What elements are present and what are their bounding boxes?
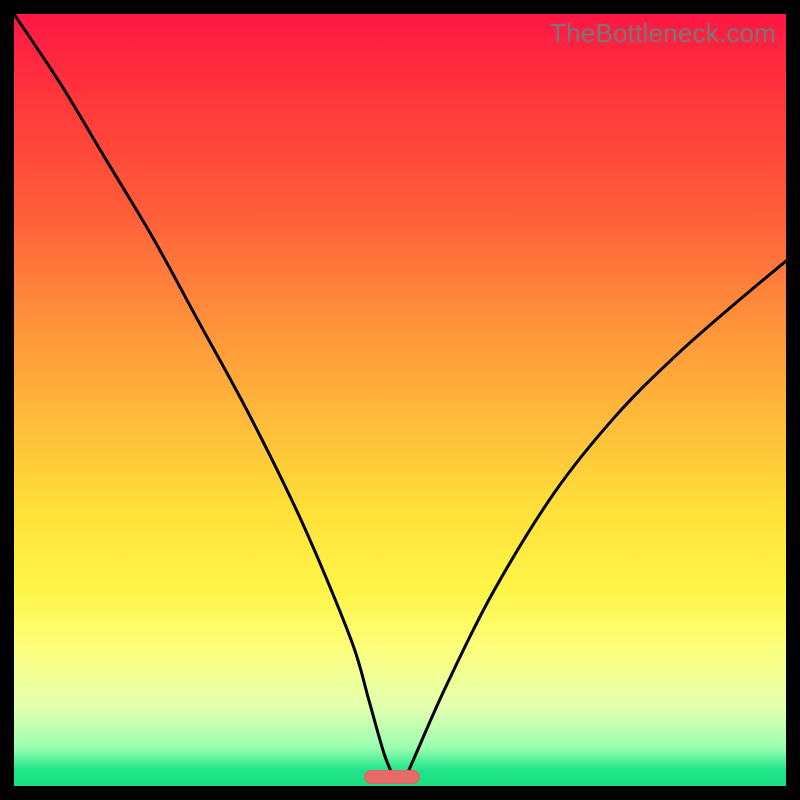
curve-right-branch [404,261,786,782]
plot-area: TheBottleneck.com [14,14,786,786]
bottleneck-curve [14,14,786,786]
chart-frame: TheBottleneck.com [0,0,800,800]
curve-left-branch [14,14,396,782]
optimal-marker [364,770,420,784]
